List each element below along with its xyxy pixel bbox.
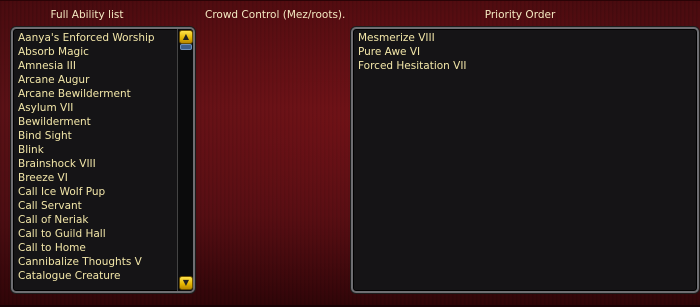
ability-list-item[interactable]: Call to Home bbox=[18, 241, 193, 255]
ability-list-item[interactable]: Amnesia III bbox=[18, 59, 193, 73]
ability-list-item[interactable]: Bind Sight bbox=[18, 129, 193, 143]
ability-list-scrollbar[interactable]: ▲ ▼ bbox=[177, 29, 193, 291]
ability-list-item[interactable]: Arcane Augur bbox=[18, 73, 193, 87]
ability-list-item[interactable]: Breeze VI bbox=[18, 171, 193, 185]
crowd-control-header: Crowd Control (Mez/roots). bbox=[205, 9, 346, 21]
ability-list-item[interactable]: Brainshock VIII bbox=[18, 157, 193, 171]
priority-order-header: Priority Order bbox=[484, 9, 556, 21]
ability-list-item[interactable]: Arcane Bewilderment bbox=[18, 87, 193, 101]
full-ability-list[interactable]: Aanya's Enforced Worship Absorb Magic Amne… bbox=[13, 29, 193, 283]
ability-list-item[interactable]: Absorb Magic bbox=[18, 45, 193, 59]
ability-list-item[interactable]: Call of Neriak bbox=[18, 213, 193, 227]
priority-list-item[interactable]: Pure Awe VI bbox=[358, 45, 697, 59]
scroll-up-icon[interactable]: ▲ bbox=[179, 30, 193, 44]
priority-list-item[interactable]: Forced Hesitation VII bbox=[358, 59, 697, 73]
ability-list-item[interactable]: Call to Guild Hall bbox=[18, 227, 193, 241]
ability-list-item[interactable]: Call Ice Wolf Pup bbox=[18, 185, 193, 199]
scroll-down-icon[interactable]: ▼ bbox=[179, 276, 193, 290]
priority-list-item[interactable]: Mesmerize VIII bbox=[358, 31, 697, 45]
ability-list-item[interactable]: Call Servant bbox=[18, 199, 193, 213]
scroll-thumb[interactable] bbox=[180, 44, 192, 50]
priority-order-list[interactable]: Mesmerize VIII Pure Awe VI Forced Hesitati… bbox=[353, 29, 697, 73]
ability-list-item[interactable]: Asylum VII bbox=[18, 101, 193, 115]
ability-list-item[interactable]: Catalogue Creature bbox=[18, 269, 193, 283]
ability-list-item[interactable]: Bewilderment bbox=[18, 115, 193, 129]
ability-list-item[interactable]: Cannibalize Thoughts V bbox=[18, 255, 193, 269]
ability-list-item[interactable]: Blink bbox=[18, 143, 193, 157]
full-ability-list-panel[interactable]: Aanya's Enforced Worship Absorb Magic Amne… bbox=[11, 27, 195, 293]
ability-list-item[interactable]: Aanya's Enforced Worship bbox=[18, 31, 193, 45]
full-ability-list-header: Full Ability list bbox=[50, 9, 124, 21]
priority-order-panel[interactable]: Mesmerize VIII Pure Awe VI Forced Hesitati… bbox=[351, 27, 699, 293]
